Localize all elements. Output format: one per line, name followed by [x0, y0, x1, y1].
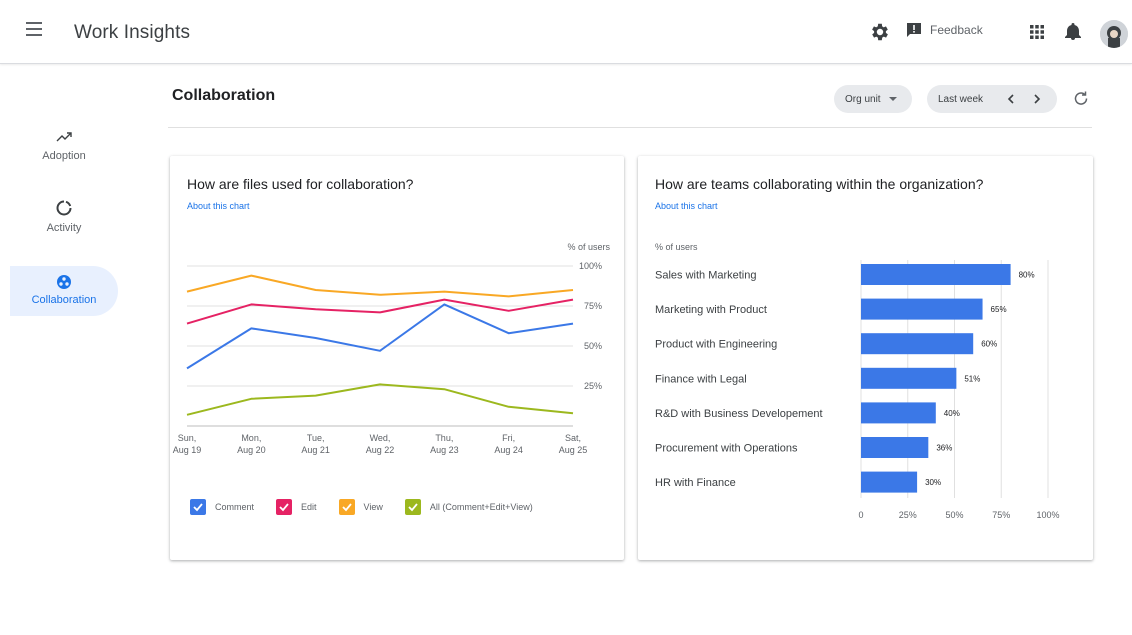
- refresh-icon[interactable]: [1071, 89, 1091, 109]
- avatar[interactable]: [1100, 20, 1128, 48]
- chevron-down-icon: [888, 97, 897, 101]
- y-tick-label: 50%: [584, 341, 602, 351]
- series-line-edit: [186, 298, 574, 325]
- feedback-button[interactable]: Feedback: [906, 22, 983, 38]
- org-unit-label: Org unit: [845, 93, 881, 105]
- y-tick-label: 100%: [579, 261, 602, 271]
- notifications-icon[interactable]: [1062, 21, 1084, 43]
- page-title: Collaboration: [172, 87, 276, 104]
- app-title: Work Insights: [74, 22, 191, 43]
- x-tick-label: Mon,: [241, 433, 261, 443]
- bar-category-label: R&D with Business Developement: [655, 408, 823, 420]
- bar-category-label: Product with Engineering: [655, 339, 777, 351]
- x-tick-label: Sun,: [178, 433, 197, 443]
- bar-value-label: 40%: [944, 409, 960, 418]
- sidebar-item-label: Adoption: [42, 150, 86, 162]
- bar: [861, 333, 974, 355]
- legend-item-all[interactable]: All (Comment+Edit+View): [404, 499, 533, 515]
- x-tick-label: Fri,: [502, 433, 515, 443]
- x-tick-label: 25%: [899, 510, 917, 520]
- bar-category-label: Marketing with Product: [655, 304, 767, 316]
- org-unit-filter[interactable]: Org unit: [834, 85, 912, 113]
- sidebar-item-label: Activity: [46, 222, 82, 234]
- series-line-all: [186, 383, 574, 416]
- page-divider: [168, 127, 1092, 128]
- sidebar-item-label: Collaboration: [31, 294, 97, 306]
- x-tick-label: Tue,: [307, 433, 325, 443]
- menu-icon[interactable]: [26, 22, 46, 42]
- bar-chart: % of users 0 25% 50% 75% 100% Sales with Marke…: [655, 242, 1060, 520]
- bar: [861, 437, 929, 458]
- x-tick-label: Sat,: [565, 433, 581, 443]
- legend-label: All (Comment+Edit+View): [429, 502, 533, 512]
- x-tick-label: 50%: [945, 510, 963, 520]
- x-tick-label: Wed,: [370, 433, 391, 443]
- series-line-comment: [186, 303, 574, 370]
- bar-value-label: 60%: [981, 340, 997, 349]
- line-chart: % of users 25% 50% 75% 100% Sun, Aug 19 Mon, Aug…: [173, 242, 611, 455]
- x-tick-label: Aug 21: [301, 445, 330, 455]
- bar: [861, 367, 957, 389]
- bar-value-label: 36%: [936, 444, 952, 453]
- bar-value-label: 30%: [925, 478, 941, 487]
- trending-up-icon: [56, 132, 72, 142]
- legend-item-view[interactable]: View: [338, 499, 383, 515]
- bar: [861, 402, 936, 424]
- x-tick-label: 0: [858, 510, 863, 520]
- apps-icon[interactable]: [1026, 21, 1048, 43]
- checkbox-icon: [338, 499, 355, 515]
- legend-item-edit[interactable]: Edit: [276, 499, 317, 515]
- x-tick-label: 100%: [1036, 510, 1059, 520]
- checkbox-icon: [276, 499, 293, 515]
- x-tick-label: Aug 22: [366, 445, 395, 455]
- x-tick-label: Aug 25: [559, 445, 588, 455]
- y-axis-label: % of users: [567, 242, 610, 252]
- x-tick-label: Aug 24: [494, 445, 523, 455]
- top-app-bar: Work Insights Feedback: [0, 0, 1132, 64]
- bar-category-label: Sales with Marketing: [655, 270, 757, 282]
- bar: [861, 471, 918, 493]
- x-tick-label: Aug 19: [173, 445, 202, 455]
- y-tick-label: 75%: [584, 301, 602, 311]
- bar-category-label: Procurement with Operations: [655, 443, 798, 455]
- legend-item-comment[interactable]: Comment: [190, 499, 254, 515]
- series-line-view: [186, 274, 574, 298]
- settings-icon[interactable]: [869, 21, 891, 43]
- bar-value-label: 80%: [1019, 271, 1035, 280]
- x-tick-label: Aug 23: [430, 445, 459, 455]
- files-collaboration-card: How are files used for collaboration? Ab…: [170, 156, 624, 560]
- x-tick-label: Thu,: [435, 433, 453, 443]
- x-tick-label: Aug 20: [237, 445, 266, 455]
- bar-value-label: 65%: [991, 305, 1007, 314]
- feedback-icon: [907, 23, 921, 37]
- bar-category-label: Finance with Legal: [655, 373, 747, 385]
- legend-label: Comment: [215, 502, 255, 512]
- bar-value-label: 51%: [964, 374, 980, 383]
- chevron-right-icon[interactable]: [1031, 93, 1043, 105]
- y-axis-label: % of users: [655, 242, 698, 252]
- legend-label: Edit: [301, 502, 317, 512]
- teams-collaboration-card: How are teams collaborating within the o…: [638, 156, 1093, 560]
- bar: [861, 298, 983, 320]
- sidebar-item-activity[interactable]: Activity: [10, 198, 118, 250]
- period-selector[interactable]: Last week: [927, 85, 1057, 113]
- checkbox-icon: [190, 499, 206, 515]
- period-label: Last week: [938, 93, 984, 105]
- bar: [861, 264, 1011, 285]
- sidebar-item-adoption[interactable]: Adoption: [10, 128, 118, 180]
- checkbox-icon: [404, 499, 421, 515]
- x-tick-label: 75%: [992, 510, 1010, 520]
- chart-legend: Comment Edit View All (Comment+Edit+View…: [190, 499, 555, 515]
- collaboration-icon: [57, 275, 71, 289]
- y-tick-label: 25%: [584, 381, 602, 391]
- legend-label: View: [363, 502, 383, 512]
- feedback-label: Feedback: [930, 23, 983, 37]
- chevron-left-icon[interactable]: [1005, 93, 1017, 105]
- activity-ring-icon: [56, 200, 72, 216]
- bar-category-label: HR with Finance: [655, 477, 736, 489]
- sidebar-item-collaboration[interactable]: Collaboration: [10, 266, 118, 316]
